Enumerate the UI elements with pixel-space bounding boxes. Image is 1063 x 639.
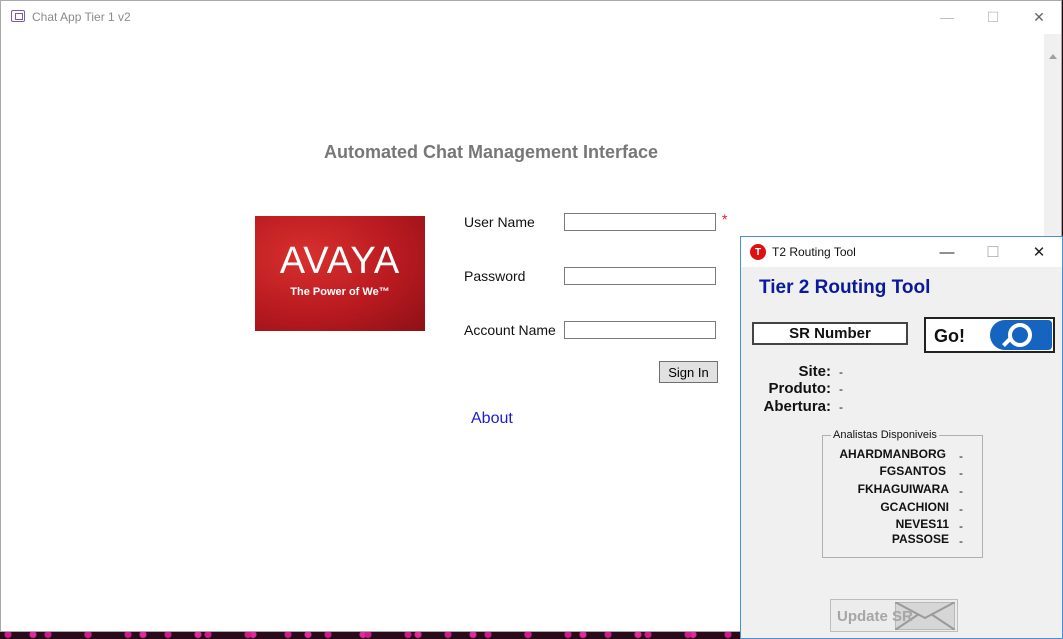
chat-app-icon [11,10,25,22]
main-window-title: Chat App Tier 1 v2 [32,10,131,24]
update-sr-label: Update SR [837,608,913,625]
scroll-up-arrow-icon[interactable] [1049,54,1057,59]
minimize-button[interactable]: — [924,1,970,33]
routing-app-icon: T [750,244,766,260]
sign-in-button[interactable]: Sign In [659,361,718,383]
analyst-name: AHARDMANBORG [839,447,946,461]
about-link[interactable]: About [471,410,513,428]
sr-number-input[interactable]: SR Number [752,322,908,345]
analyst-name: PASSOSE [891,532,949,546]
analyst-status: - [959,449,963,463]
update-sr-button[interactable]: Update SR [830,599,958,632]
password-input[interactable] [564,267,716,285]
abertura-value: - [839,400,843,414]
password-label: Password [464,268,526,284]
routing-close-button[interactable]: ✕ [1016,237,1062,267]
analyst-name: FKHAGUIWARA [857,482,949,496]
analyst-status: - [959,534,963,548]
routing-heading: Tier 2 Routing Tool [759,277,931,298]
routing-tool-window: T T2 Routing Tool — ☐ ✕ Tier 2 Routing T… [740,236,1063,639]
routing-maximize-button[interactable]: ☐ [970,237,1016,267]
analyst-status: - [959,484,963,498]
abertura-label: Abertura: [763,398,831,415]
site-label: Site: [798,363,831,380]
analyst-name: NEVES11 [895,517,949,531]
produto-value: - [839,382,843,396]
search-icon [990,320,1052,350]
maximize-button[interactable]: ☐ [970,1,1016,33]
go-button[interactable]: Go! [924,317,1055,353]
analyst-name: FGSANTOS [879,464,946,478]
account-name-input[interactable] [564,321,716,339]
username-label: User Name [464,214,535,230]
routing-minimize-button[interactable]: — [924,237,970,267]
analyst-status: - [959,502,963,516]
account-name-label: Account Name [464,322,556,338]
analysts-group: Analistas Disponiveis AHARDMANBORG - FGS… [822,429,983,558]
analyst-name: GCACHIONI [880,500,949,514]
required-marker: * [722,211,728,227]
logo-tagline: The Power of We™ [290,286,390,298]
main-title-bar: Chat App Tier 1 v2 — ☐ ✕ [1,1,1061,33]
routing-title-bar: T T2 Routing Tool — ☐ ✕ [741,237,1062,267]
username-input[interactable] [564,213,716,231]
page-heading: Automated Chat Management Interface [323,142,659,162]
logo-brand: AVAYA [279,240,401,282]
avaya-logo: AVAYA The Power of We™ [255,216,425,331]
site-value: - [839,365,843,379]
analyst-status: - [959,519,963,533]
produto-label: Produto: [768,380,831,397]
go-label: Go! [934,326,965,346]
routing-window-title: T2 Routing Tool [772,245,856,259]
analysts-caption: Analistas Disponiveis [831,429,939,441]
close-button[interactable]: ✕ [1016,1,1062,33]
analyst-status: - [959,466,963,480]
